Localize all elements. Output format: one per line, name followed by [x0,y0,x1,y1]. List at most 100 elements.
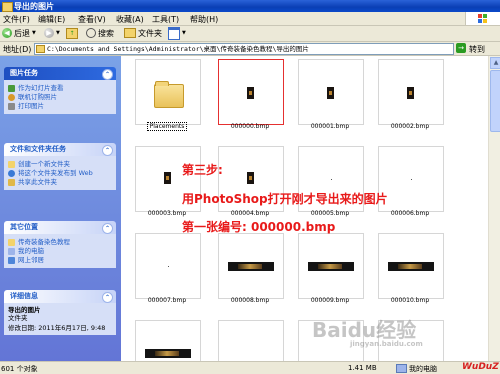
place-my-computer[interactable]: 我的电脑 [8,247,112,255]
task-label: 打印图片 [18,102,44,110]
menu-tools[interactable]: 工具(T) [152,14,179,25]
scroll-thumb[interactable] [490,70,500,132]
printer-icon [8,103,15,110]
folder-icon [36,45,45,53]
watermark-brand: Baidu经验 [312,318,417,342]
file-name[interactable]: 000009.bmp [295,297,365,304]
window-title: 导出的图片 [14,2,54,11]
image-preview [407,87,414,99]
file-name[interactable]: 000001.bmp [295,123,365,130]
menu-view[interactable]: 查看(V) [78,14,106,25]
folder-icon [8,239,15,246]
title-bar: 导出的图片 [0,0,500,12]
vertical-scrollbar[interactable]: ▲ [488,56,500,361]
thumbnail-000009[interactable] [298,233,364,299]
address-label: 地址(D) [3,45,32,54]
address-input[interactable]: C:\Documents and Settings\Administrator\… [34,43,454,55]
task-label: 共享此文件夹 [18,178,57,186]
picture-tasks-header[interactable]: 图片任务 ⌃ [4,67,116,80]
folders-icon [124,28,136,38]
up-button[interactable]: ↑ [66,27,78,39]
file-name[interactable]: 000005.bmp [295,210,365,217]
task-print[interactable]: 打印图片 [8,102,112,110]
file-tasks-panel: 文件和文件夹任务 ⌃ 创建一个新文件夹 将这个文件夹发布到 Web 共享此文件夹 [4,143,116,190]
task-slideshow[interactable]: 作为幻灯片查看 [8,84,112,92]
panel-title: 文件和文件夹任务 [10,145,66,153]
collapse-icon[interactable]: ⌃ [102,69,113,80]
task-label: 作为幻灯片查看 [18,84,64,92]
status-bar: 601 个对象 1.41 MB 我的电脑 WuDuZ [0,361,500,374]
file-name[interactable]: 000003.bmp [132,210,202,217]
globe-icon [8,170,15,177]
panel-title: 详细信息 [10,292,38,300]
folder-icon [2,2,13,12]
menu-favorites[interactable]: 收藏(A) [116,14,144,25]
details-panel: 详细信息 ⌃ 导出的图片 文件夹 修改日期: 2011年6月17日, 9:48 [4,290,116,335]
forward-arrow-icon: ▶ [44,28,54,38]
toolbar: ◀ 后退 ▼ ▶ ▼ ↑ 搜索 文件夹 ▼ [0,26,500,42]
task-label: 创建一个新文件夹 [18,160,70,168]
task-label: 联机订购照片 [18,93,57,101]
place-network[interactable]: 网上邻居 [8,256,112,264]
watermark-url: jingyan.baidu.com [350,340,423,348]
menu-edit[interactable]: 编辑(E) [38,14,65,25]
folders-button[interactable]: 文件夹 [124,27,162,39]
chevron-down-icon: ▼ [32,30,36,36]
file-name[interactable]: 000010.bmp [375,297,445,304]
menu-file[interactable]: 文件(F) [3,14,30,25]
file-name[interactable]: 000000.bmp [215,123,285,130]
collapse-icon[interactable]: ⌃ [102,223,113,234]
file-name[interactable]: 000002.bmp [375,123,445,130]
views-button[interactable]: ▼ [168,26,186,40]
address-bar: 地址(D) C:\Documents and Settings\Administ… [0,42,500,56]
chevron-down-icon: ▼ [182,30,186,36]
search-button[interactable]: 搜索 [86,27,114,39]
folders-label: 文件夹 [138,28,162,38]
folder-up-icon: ↑ [66,27,78,39]
forward-button[interactable]: ▶ ▼ [44,27,60,39]
scroll-up-icon[interactable]: ▲ [490,57,500,69]
details-header[interactable]: 详细信息 ⌃ [4,290,116,303]
image-preview [247,87,254,99]
thumbnail-placements[interactable] [135,59,201,125]
details-type: 文件夹 [8,314,28,322]
share-icon [8,179,15,186]
task-publish-web[interactable]: 将这个文件夹发布到 Web [8,169,112,177]
thumbnail-000001[interactable] [298,59,364,125]
address-path: C:\Documents and Settings\Administrator\… [47,45,309,53]
thumbnail-row4-2[interactable] [218,320,284,361]
task-share-folder[interactable]: 共享此文件夹 [8,178,112,186]
overlay-step-title: 第三步: [182,163,223,177]
back-label: 后退 [14,28,30,38]
image-preview [327,87,334,99]
image-preview [145,349,191,358]
slideshow-icon [8,85,15,92]
place-label: 网上邻居 [18,256,44,264]
thumbnail-000002[interactable] [378,59,444,125]
task-order-prints[interactable]: 联机订购照片 [8,93,112,101]
go-button[interactable]: 转到 [469,44,485,55]
file-name[interactable]: 000004.bmp [215,210,285,217]
thumbnail-000008[interactable] [218,233,284,299]
file-name[interactable]: 000007.bmp [132,297,202,304]
thumbnail-000010[interactable] [378,233,444,299]
menu-help[interactable]: 帮助(H) [190,14,218,25]
collapse-icon[interactable]: ⌃ [102,292,113,303]
collapse-icon[interactable]: ⌃ [102,145,113,156]
thumbnail-000007[interactable] [135,233,201,299]
new-folder-icon [8,161,15,168]
file-name[interactable]: Placements [132,122,202,131]
file-name[interactable]: 000006.bmp [375,210,445,217]
go-arrow-icon[interactable]: → [456,43,466,53]
place-label: 我的电脑 [18,247,44,255]
other-places-header[interactable]: 其它位置 ⌃ [4,221,116,234]
thumbnail-row4-1[interactable] [135,320,201,361]
task-label: 将这个文件夹发布到 Web [18,169,93,177]
back-button[interactable]: ◀ 后退 ▼ [2,27,36,39]
file-name[interactable]: 000008.bmp [215,297,285,304]
task-new-folder[interactable]: 创建一个新文件夹 [8,160,112,168]
file-tasks-header[interactable]: 文件和文件夹任务 ⌃ [4,143,116,156]
thumbnail-000000[interactable] [218,59,284,125]
back-arrow-icon: ◀ [2,28,12,38]
place-parent-folder[interactable]: 传奇装备染色教程 [8,238,112,246]
